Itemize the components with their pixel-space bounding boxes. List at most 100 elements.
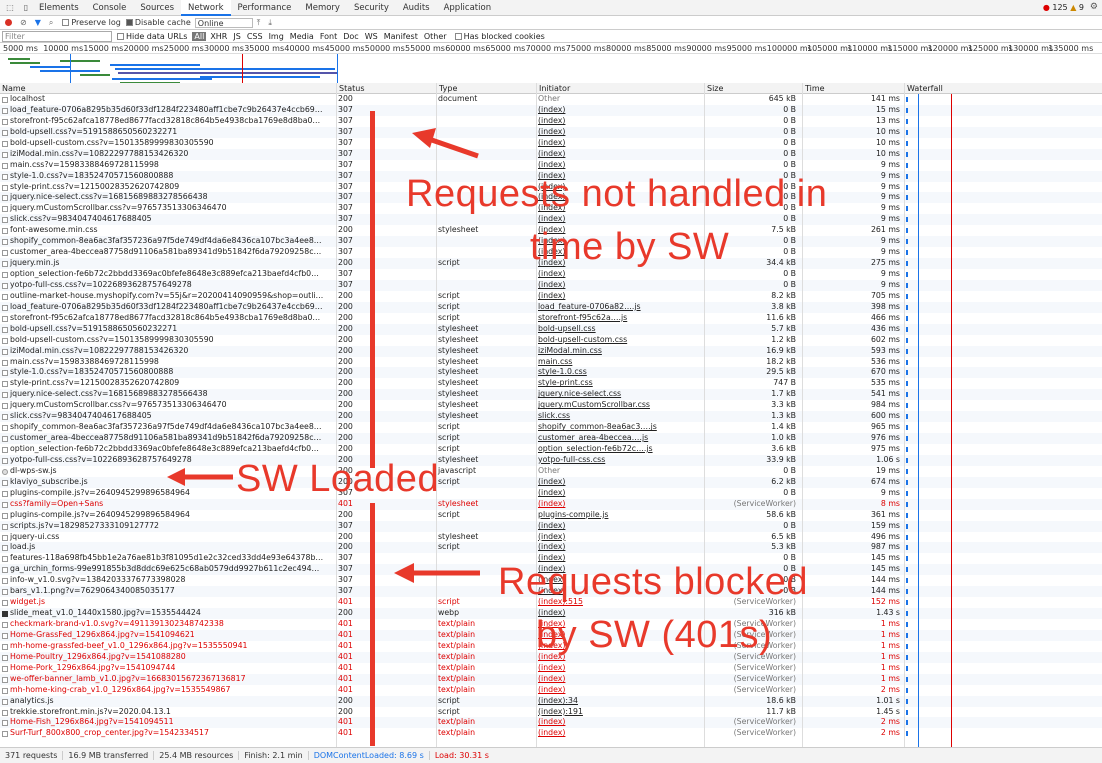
table-row[interactable]: yotpo-full-css.css?v=1022689362875764927… (0, 279, 1102, 291)
request-initiator[interactable]: (index) (536, 291, 702, 302)
table-row[interactable]: jquery-ui.css 200 stylesheet (index) 6.5 kB 4… (0, 532, 1102, 543)
column-size[interactable]: Size (704, 83, 802, 94)
hide-data-urls-checkbox[interactable] (117, 32, 124, 40)
table-row[interactable]: iziModal.min.css?v=10822297788153426320 3… (0, 148, 1102, 160)
table-row[interactable]: scripts.js?v=18298527333109127772 307 (ind… (0, 520, 1102, 532)
table-row[interactable]: customer_area-4beccea87758d91106a581ba89… (0, 433, 1102, 444)
request-initiator[interactable]: (index) (536, 269, 702, 280)
request-initiator[interactable]: (index) (536, 138, 702, 149)
table-row[interactable]: bold-upsell-custom.css?v=150135899998303… (0, 335, 1102, 346)
tab-sources[interactable]: Sources (133, 0, 181, 16)
filter-type-css[interactable]: CSS (245, 32, 265, 41)
request-initiator[interactable]: option_selection-fe6b72c….js (536, 444, 702, 455)
table-row[interactable]: load_feature-0706a8295b35d60f33df1284f22… (0, 301, 1102, 313)
request-initiator[interactable]: customer_area-4beccea….js (536, 433, 702, 444)
issue-counter[interactable]: ● 125 ▲ 9 (1043, 3, 1084, 12)
table-row[interactable]: jquery.nice-select.css?v=168156898832785… (0, 389, 1102, 401)
column-initiator[interactable]: Initiator (536, 83, 704, 94)
filter-type-media[interactable]: Media (288, 32, 316, 41)
table-row[interactable]: css?family=Open+Sans 401 stylesheet (index)… (0, 498, 1102, 510)
request-initiator[interactable]: (index) (536, 717, 702, 728)
record-icon[interactable] (5, 19, 12, 26)
filter-icon[interactable]: ▼ (35, 18, 41, 27)
request-initiator[interactable]: (index) (536, 499, 702, 510)
blocked-cookies-checkbox[interactable] (454, 32, 462, 40)
table-row[interactable]: bold-upsell-custom.css?v=150135899998303… (0, 138, 1102, 149)
request-initiator[interactable]: (index) (536, 477, 702, 488)
table-row[interactable]: shopify_common-8ea6ac3faf357236a97f5de74… (0, 422, 1102, 433)
request-initiator[interactable]: (index) (536, 280, 702, 291)
request-initiator[interactable]: (index):191 (536, 707, 702, 718)
request-initiator[interactable]: (index) (536, 532, 702, 543)
request-initiator[interactable]: (index) (536, 728, 702, 739)
request-initiator[interactable]: slick.css (536, 411, 702, 422)
column-time[interactable]: Time (802, 83, 904, 94)
table-row[interactable]: bold-upsell.css?v=5191588650560232271 307… (0, 126, 1102, 138)
request-initiator[interactable]: (index):34 (536, 696, 702, 707)
request-initiator[interactable]: style-print.css (536, 378, 702, 389)
tab-application[interactable]: Application (437, 0, 499, 16)
table-row[interactable]: slick.css?v=9834047404617688405 200 styles… (0, 411, 1102, 423)
tab-memory[interactable]: Memory (298, 0, 347, 16)
request-initiator[interactable]: plugins-compile.js (536, 510, 702, 521)
filter-type-manifest[interactable]: Manifest (382, 32, 420, 41)
inspect-icon[interactable]: ⬚ (4, 3, 16, 13)
filter-type-js[interactable]: JS (231, 32, 242, 41)
request-initiator[interactable]: (index) (536, 127, 702, 138)
table-row[interactable]: trekkie.storefront.min.js?v=2020.04.13.1… (0, 707, 1102, 718)
request-initiator[interactable]: (index) (536, 663, 702, 674)
tab-console[interactable]: Console (86, 0, 134, 16)
table-row[interactable]: we-offer-banner_lamb_v1.0.jpg?v=16683015… (0, 673, 1102, 685)
request-initiator[interactable]: (index) (536, 542, 702, 553)
table-row[interactable]: bold-upsell.css?v=5191588650560232271 200… (0, 323, 1102, 335)
request-initiator[interactable]: (index) (536, 116, 702, 127)
request-initiator[interactable]: (index) (536, 105, 702, 116)
preserve-log-checkbox[interactable] (62, 19, 70, 26)
table-row[interactable]: option_selection-fe6b72c2bbdd3369ac0bfef… (0, 269, 1102, 280)
request-initiator[interactable]: (index) (536, 160, 702, 171)
request-initiator[interactable]: yotpo-full-css.css (536, 455, 702, 466)
filter-type-img[interactable]: Img (267, 32, 286, 41)
filter-type-font[interactable]: Font (318, 32, 339, 41)
table-row[interactable]: analytics.js 200 script (index):34 18.6 kB 1.… (0, 695, 1102, 707)
filter-type-xhr[interactable]: XHR (208, 32, 229, 41)
table-row[interactable]: main.css?v=15983388469728115998 200 styles… (0, 357, 1102, 368)
table-row[interactable]: main.css?v=15983388469728115998 307 (index… (0, 160, 1102, 171)
disable-cache-checkbox[interactable] (125, 19, 133, 26)
table-row[interactable]: Home-Pork_1296x864.jpg?v=1541094744 401 te… (0, 663, 1102, 674)
filter-input[interactable]: Filter (2, 30, 112, 42)
table-row[interactable]: option_selection-fe6b72c2bbdd3369ac0bfef… (0, 444, 1102, 455)
tab-network[interactable]: Network (181, 0, 231, 16)
table-row[interactable]: yotpo-full-css.css?v=1022689362875764927… (0, 454, 1102, 466)
filter-type-ws[interactable]: WS (363, 32, 380, 41)
table-row[interactable]: outline-market-house.myshopify.com?v=55j… (0, 291, 1102, 302)
request-initiator[interactable]: storefront-f95c62a….js (536, 313, 702, 324)
table-row[interactable]: localhost 200 document Other 645 kB 141 ms (0, 94, 1102, 105)
table-row[interactable]: load_feature-0706a8295b35d60f33df1284f22… (0, 104, 1102, 116)
search-icon[interactable]: ⌕ (49, 18, 53, 28)
tab-performance[interactable]: Performance (231, 0, 299, 16)
gear-icon[interactable]: ⚙ (1090, 2, 1098, 12)
request-initiator[interactable]: bold-upsell.css (536, 324, 702, 335)
device-toggle-icon[interactable]: ▯ (20, 3, 32, 13)
filter-type-doc[interactable]: Doc (341, 32, 360, 41)
request-initiator[interactable]: (index) (536, 149, 702, 160)
column-waterfall[interactable]: Waterfall (904, 83, 1102, 94)
request-initiator[interactable]: style-1.0.css (536, 367, 702, 378)
export-icon[interactable]: ⤓ (268, 18, 272, 28)
request-initiator[interactable]: jquery.mCustomScrollbar.css (536, 400, 702, 411)
request-initiator[interactable]: (index) (536, 521, 702, 532)
tab-audits[interactable]: Audits (396, 0, 437, 16)
request-initiator[interactable]: main.css (536, 357, 702, 368)
table-row[interactable]: plugins-compile.js?v=2640945299896584964… (0, 510, 1102, 521)
table-row[interactable]: style-1.0.css?v=18352470571560800888 200 s… (0, 367, 1102, 379)
tab-security[interactable]: Security (347, 0, 396, 16)
throttle-select[interactable]: Online (194, 17, 253, 28)
request-initiator[interactable]: (index) (536, 685, 702, 696)
import-icon[interactable]: ⤒ (257, 18, 261, 28)
table-row[interactable]: style-print.css?v=12150028352620742809 20… (0, 378, 1102, 389)
table-row[interactable]: plugins-compile.js?v=2640945299896584964… (0, 488, 1102, 499)
table-row[interactable]: jquery.mCustomScrollbar.css?v=9765735133… (0, 400, 1102, 411)
request-initiator[interactable]: iziModal.min.css (536, 346, 702, 357)
request-initiator[interactable]: bold-upsell-custom.css (536, 335, 702, 346)
